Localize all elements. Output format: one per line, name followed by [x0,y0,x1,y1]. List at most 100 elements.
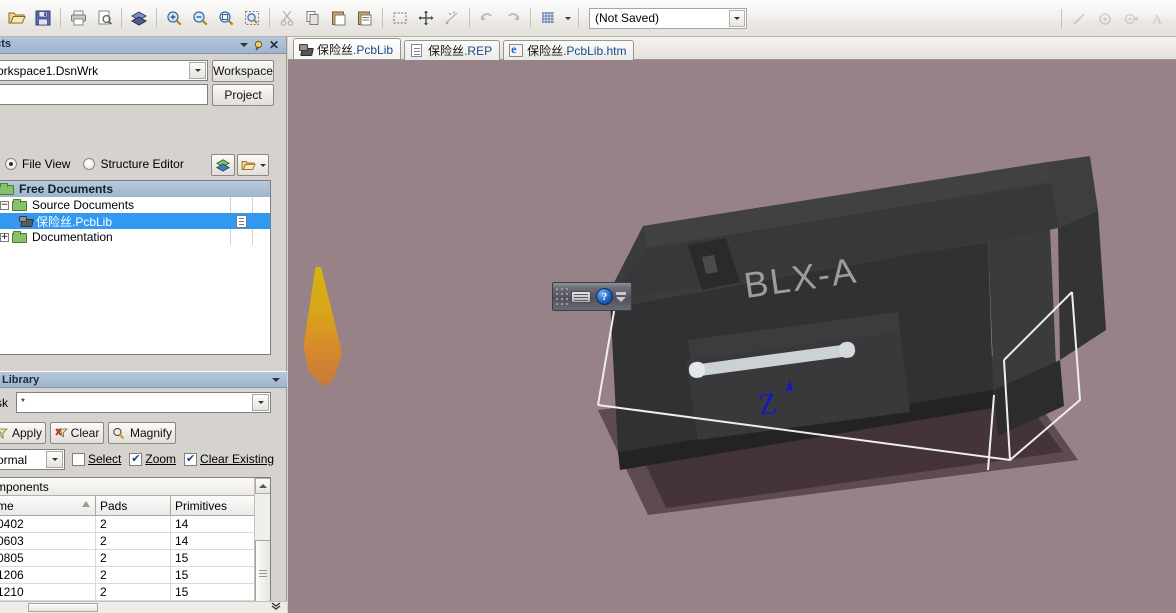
chevron-down-icon[interactable] [616,296,626,302]
library-panel-titlebar: Library [0,371,287,388]
tree-grid-cell [230,229,252,245]
file-view-label: File View [22,157,71,171]
structure-editor-radio[interactable] [83,158,96,170]
mode-combo-arrow[interactable] [46,451,63,468]
expander-icon[interactable]: − [0,200,9,210]
project-combo[interactable] [0,84,208,105]
cell-pads: 2 [96,584,171,600]
copy-icon[interactable] [301,6,325,30]
file-view-radio[interactable] [5,158,17,170]
tab-label-zh: 保险丝 [317,42,354,57]
snapshot-combo[interactable]: (Not Saved) [589,7,747,29]
table-row[interactable]: 1206 2 15 [0,567,270,584]
column-header-label: me [0,498,14,513]
project-button[interactable]: Project [212,84,274,106]
panel-open-button[interactable] [237,154,269,176]
select-checkbox[interactable] [72,452,85,466]
document-tree[interactable]: Free Documents − Source Documents 保险丝.Pc… [0,180,271,355]
cell-name: 0603 [0,533,96,549]
panel-expand-chevrons-icon[interactable] [268,599,284,613]
altium-pcb-library-window: (Not Saved) A ects [0,0,1176,613]
workspace-button[interactable]: Workspace [212,60,274,82]
tree-item-free-documents[interactable]: Free Documents [0,181,270,197]
scrollbar-thumb[interactable] [28,603,98,612]
save-icon[interactable] [31,6,55,30]
components-vertical-scrollbar[interactable] [254,478,270,613]
minimize-icon[interactable] [616,291,626,295]
pcb3d-viewport[interactable]: BLX-A Z ? [288,60,1176,613]
scroll-up-button[interactable] [255,478,270,494]
grid-dropdown-button[interactable] [561,7,574,29]
print-preview-icon[interactable] [92,6,116,30]
keyboard-icon[interactable] [571,290,591,303]
pin-icon[interactable] [253,40,264,51]
grid-icon[interactable] [536,6,560,30]
component-3d-model[interactable]: BLX-A Z [288,60,1176,613]
tree-item-documentation[interactable]: + Documentation [0,229,270,245]
tree-item-source-documents[interactable]: − Source Documents [0,197,270,213]
move-icon[interactable] [414,6,438,30]
table-row[interactable]: 0402 2 14 [0,516,270,533]
table-row[interactable]: 0805 2 15 [0,550,270,567]
column-header-name[interactable]: me [0,496,96,515]
sort-ascending-icon [82,501,90,507]
library-panel-title: Library [2,373,40,386]
view-config-floating-toolbar[interactable]: ? [552,282,632,311]
table-row[interactable]: 0603 2 14 [0,533,270,550]
redo-icon[interactable] [501,6,525,30]
zoom-in-icon[interactable] [162,6,186,30]
place-string-icon[interactable]: A [1145,7,1169,31]
select-area-icon[interactable] [388,6,412,30]
place-via-icon[interactable] [1119,7,1143,31]
tab-pcblib[interactable]: 保险丝.PcbLib [293,38,402,59]
tab-htm[interactable]: 保险丝.PcbLib.htm [503,40,635,60]
html-icon [509,42,524,57]
mask-combo-arrow[interactable] [252,394,269,411]
clear-existing-checkbox[interactable] [184,452,198,466]
components-grid[interactable]: mponents me Pads Primitives 0402 2 14 [0,477,271,613]
snapshot-combo-arrow[interactable] [729,9,745,27]
undo-icon[interactable] [475,6,499,30]
paste-special-icon[interactable] [353,6,377,30]
panel-menu-chevron-down-icon[interactable] [239,43,248,47]
cell-primitives: 15 [171,567,256,583]
zoom-out-icon[interactable] [188,6,212,30]
tab-label-ext: .PcbLib [353,42,394,57]
panel-horizontal-scrollbar[interactable] [0,601,287,613]
zoom-area-icon[interactable] [240,6,264,30]
expander-icon[interactable]: + [0,232,9,242]
panel-layers-button[interactable] [211,154,235,176]
mode-combo[interactable]: ormal [0,449,65,470]
zoom-document-icon[interactable] [214,6,238,30]
print-icon[interactable] [66,6,90,30]
workspace-combo-arrow[interactable] [189,62,206,79]
help-icon[interactable]: ? [596,288,613,305]
deselect-all-icon[interactable] [440,6,464,30]
magnify-button[interactable]: Magnify [108,422,176,444]
open-folder-icon[interactable] [5,6,29,30]
apply-button[interactable]: Apply [0,422,46,444]
column-header-primitives[interactable]: Primitives [171,496,256,515]
workspace-combo[interactable]: orkspace1.DsnWrk [0,60,208,81]
panel-open-chevron-down-icon[interactable] [259,163,266,167]
zoom-checkbox[interactable] [129,452,143,466]
column-header-pads[interactable]: Pads [96,496,171,515]
mask-input[interactable]: * [16,392,271,413]
cut-icon[interactable] [275,6,299,30]
tree-item-pcblib[interactable]: 保险丝.PcbLib [0,213,270,229]
close-icon[interactable]: ✕ [269,39,279,51]
place-pad-icon[interactable] [1093,7,1117,31]
toolbar-separator [1061,8,1062,29]
project-button-label: Project [224,88,262,102]
components-column-headers: me Pads Primitives [0,496,270,516]
table-row[interactable]: 1210 2 15 [0,584,270,601]
drag-handle-icon[interactable] [556,287,568,306]
tab-rep[interactable]: 保险丝.REP [404,40,501,60]
clear-button[interactable]: Clear [50,422,104,444]
library-menu-chevron-down-icon[interactable] [272,377,280,382]
magnify-button-label: Magnify [129,426,173,440]
place-line-icon[interactable] [1067,7,1091,31]
board-layers-icon[interactable] [127,6,151,30]
paste-icon[interactable] [327,6,351,30]
toolbar-separator [269,8,270,28]
